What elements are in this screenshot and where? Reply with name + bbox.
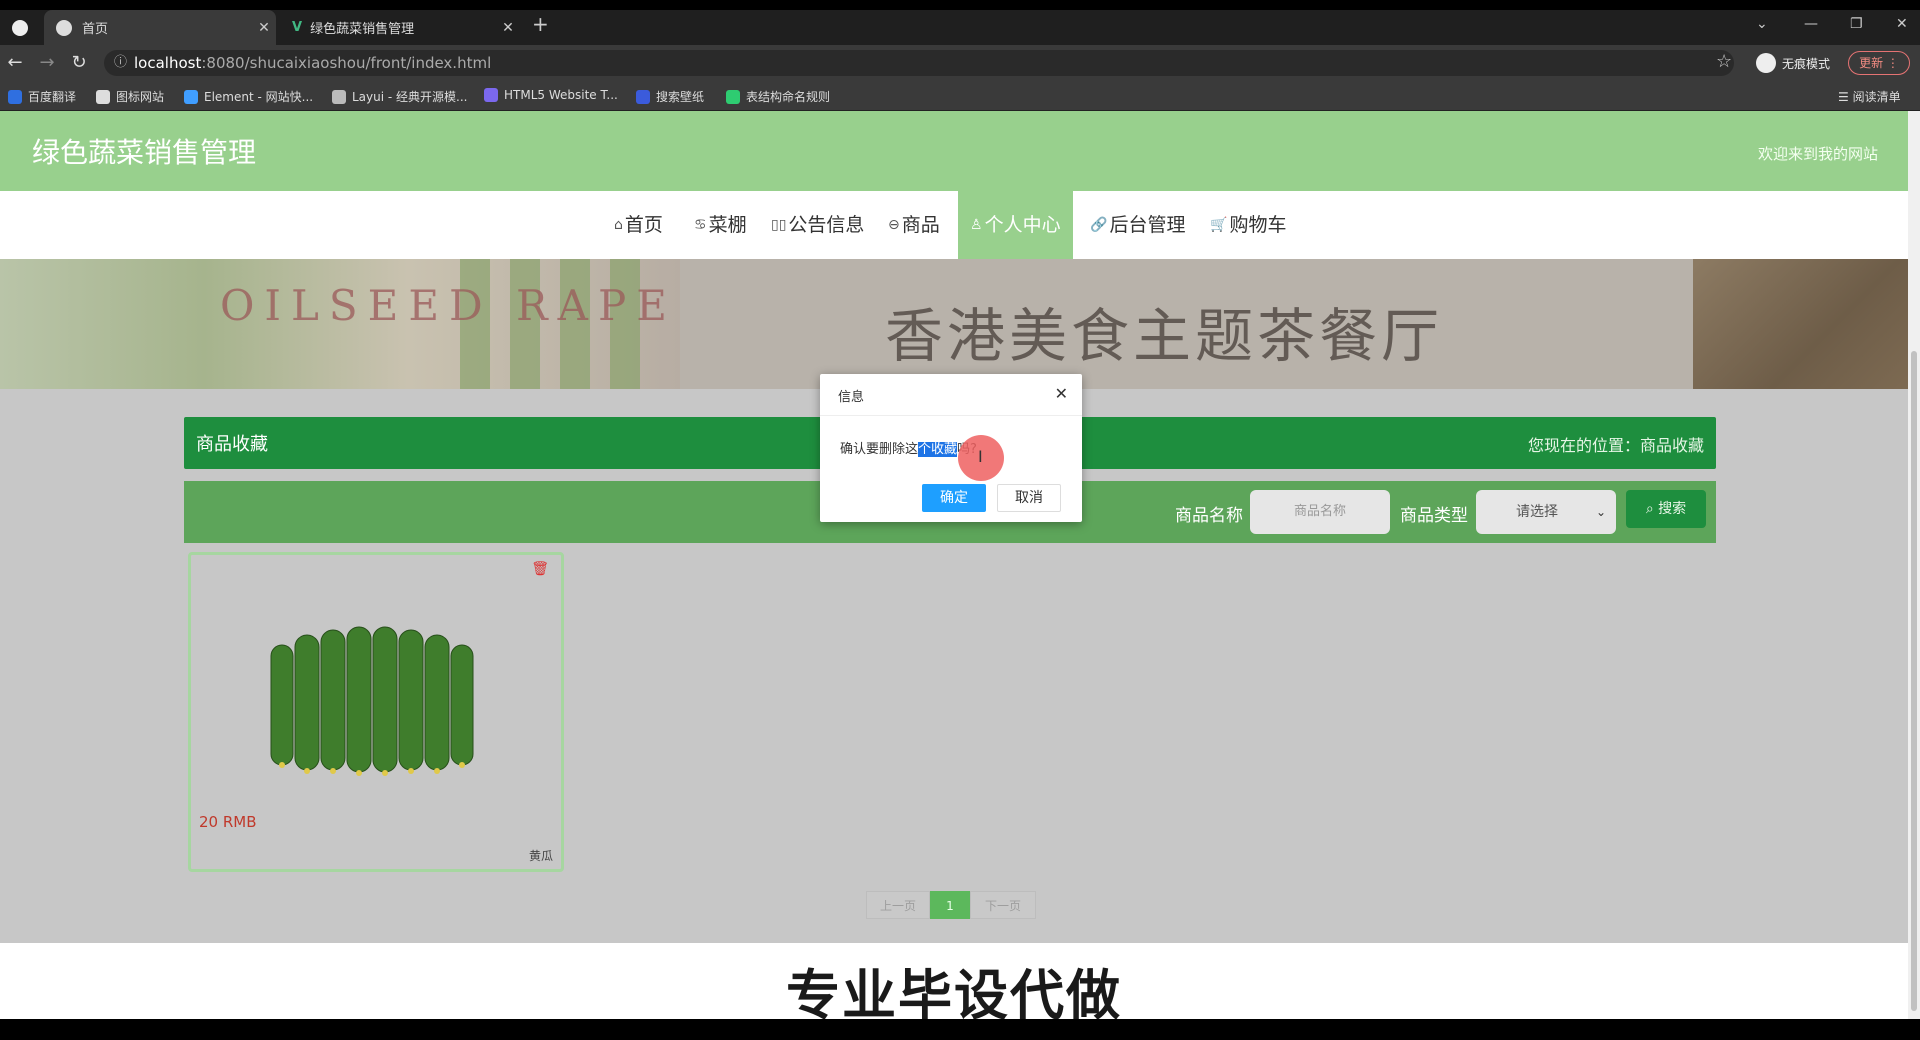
greenhouse-icon: ♋ [694,217,707,233]
favorite-product-card[interactable]: 🗑 20 RMB 黄瓜 [188,552,564,872]
vue-icon: V [292,19,303,35]
bookmarks-bar: 百度翻译 图标网站 Element - 网站快... Layui - 经典开源模… [0,81,1920,111]
browser-menu-icon[interactable] [0,10,50,45]
reading-list-button[interactable]: ☰ 阅读清单 [1838,88,1901,105]
nav-greenhouse[interactable]: ♋ 菜棚 [694,191,747,259]
scrollbar-thumb[interactable] [1911,351,1917,1011]
update-button[interactable]: 更新 ⋮ [1848,51,1910,75]
home-icon: ⌂ [614,217,623,233]
close-tab-icon[interactable]: ✕ [496,20,520,36]
next-page-button[interactable]: 下一页 [970,891,1036,919]
close-icon[interactable]: ✕ [1055,384,1068,403]
url-input[interactable]: ⓘ localhost:8080/shucaixiaoshou/front/in… [104,50,1734,76]
site-title: 绿色蔬菜销售管理 [32,136,257,169]
banner-carousel[interactable]: OILSEED RAPE 香港美食主题茶餐厅 [0,259,1908,389]
bookmark-wallpaper[interactable]: 搜索壁纸 [636,88,704,105]
page-scrollbar[interactable] [1908,111,1920,1019]
bookmark-html5[interactable]: HTML5 Website T... [484,88,618,102]
product-name-input[interactable]: 商品名称 [1250,490,1390,534]
globe-icon [56,19,72,36]
cancel-button[interactable]: 取消 [997,484,1061,512]
tab-admin[interactable]: V 绿色蔬菜销售管理 ✕ [280,10,520,45]
dialog-header: 信息 ✕ [820,374,1082,416]
nav-admin[interactable]: 🔗 后台管理 [1090,191,1185,259]
welcome-text: 欢迎来到我的网站 [1757,145,1878,163]
page-footer: 专业毕设代做 [0,943,1908,1019]
banner-wood-image [1693,259,1908,389]
prev-page-button[interactable]: 上一页 [866,891,930,919]
bookmark-naming-rules[interactable]: 表结构命名规则 [726,88,830,105]
nav-home[interactable]: ⌂ 首页 [614,191,663,259]
close-window-icon[interactable]: ✕ [1896,16,1908,32]
search-icon: ⌕ [1645,501,1654,517]
forward-icon[interactable]: → [36,52,58,73]
chevron-down-icon: ⌄ [1595,505,1606,519]
banner-text-cn: 香港美食主题茶餐厅 [885,302,1444,370]
breadcrumb: 您现在的位置：商品收藏 [1527,436,1704,455]
product-name: 黄瓜 [528,849,553,863]
new-tab-button[interactable]: + [532,12,549,36]
product-name-label: 商品名称 [1175,506,1243,526]
pagination: 上一页 1 下一页 [866,891,1036,919]
nav-cart[interactable]: 🛒 购物车 [1210,191,1286,259]
user-icon: ♙ [970,217,983,233]
bookmark-baidu-translate[interactable]: 百度翻译 [8,88,76,105]
bookmark-element[interactable]: Element - 网站快... [184,88,313,105]
trash-icon[interactable]: 🗑 [531,561,549,577]
site-header: 绿色蔬菜销售管理 欢迎来到我的网站 [0,111,1908,191]
main-nav: ⌂ 首页 ♋ 菜棚 ▯▯ 公告信息 ⊖ 商品 ♙ 个人中心 🔗 后台管理 🛒 购物车 [0,191,1908,259]
back-icon[interactable]: ← [4,52,26,73]
product-icon: ⊖ [888,217,900,233]
cucumber-image [270,626,474,776]
web-page: 绿色蔬菜销售管理 欢迎来到我的网站 ⌂ 首页 ♋ 菜棚 ▯▯ 公告信息 ⊖ 商品 ♙ 个人… [0,111,1908,1019]
nav-personal-center[interactable]: ♙ 个人中心 [958,191,1073,259]
selected-text: 个收藏 [918,442,958,457]
close-tab-icon[interactable]: ✕ [252,20,276,36]
banner-text-en: OILSEED RAPE [220,281,677,330]
site-info-icon[interactable]: ⓘ [114,50,127,76]
bookmark-star-icon[interactable]: ☆ [1716,51,1732,72]
section-title: 商品收藏 [196,434,268,455]
text-cursor-icon: I [978,447,983,466]
nav-announcements[interactable]: ▯▯ 公告信息 [771,191,864,259]
bookmark-icon-site[interactable]: 图标网站 [96,88,164,105]
tab-home[interactable]: 首页 ✕ [44,10,276,45]
link-icon: 🔗 [1090,217,1108,233]
dialog-title: 信息 [838,390,865,405]
product-type-label: 商品类型 [1400,506,1468,526]
address-toolbar: ← → ↻ ⓘ localhost:8080/shucaixiaoshou/fr… [0,45,1920,81]
page-1-button[interactable]: 1 [930,891,970,919]
cart-icon: 🛒 [1210,217,1228,233]
confirm-dialog: 信息 ✕ 确认要删除这个收藏吗? 确定 取消 [820,374,1082,522]
confirm-button[interactable]: 确定 [922,484,986,512]
bottom-strip [0,1019,1920,1040]
promo-caption: 专业毕设代做 [786,964,1122,1019]
tab-search-icon[interactable]: ⌄ [1756,16,1768,32]
product-price: 20 RMB [199,813,257,831]
product-type-select[interactable]: 请选择 ⌄ [1476,490,1616,534]
minimize-icon[interactable]: — [1804,16,1818,32]
bookmark-layui[interactable]: Layui - 经典开源模... [332,88,467,105]
search-button[interactable]: ⌕ 搜索 [1626,490,1706,528]
reload-icon[interactable]: ↻ [68,52,90,73]
announcement-icon: ▯▯ [771,217,787,233]
incognito-icon [1756,53,1776,73]
incognito-indicator[interactable]: 无痕模式 [1756,53,1830,73]
nav-products[interactable]: ⊖ 商品 [888,191,940,259]
restore-icon[interactable]: ❐ [1850,16,1863,32]
dialog-message: 确认要删除这个收藏吗? [840,442,977,457]
browser-tab-bar: 首页 ✕ V 绿色蔬菜销售管理 ✕ + ⌄ — ❐ ✕ [0,0,1920,45]
